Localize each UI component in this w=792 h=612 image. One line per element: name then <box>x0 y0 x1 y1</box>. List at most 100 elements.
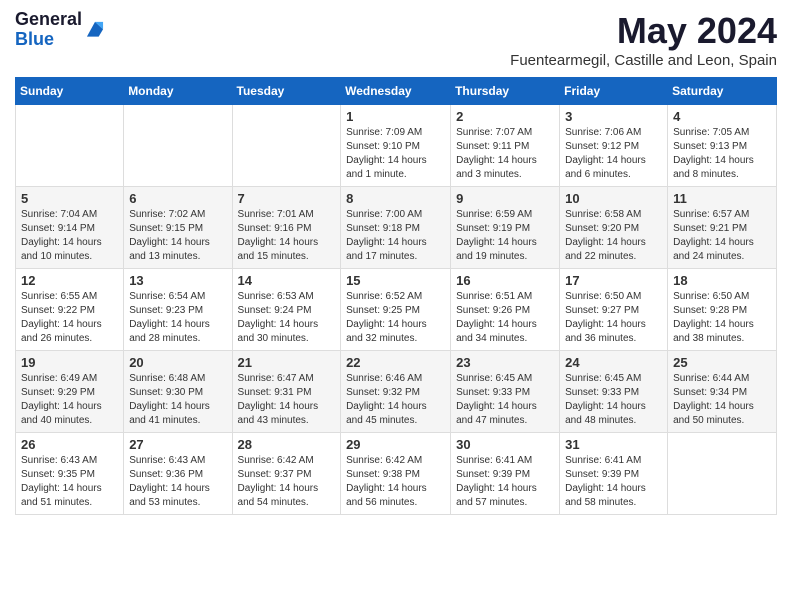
day-number: 20 <box>129 355 226 370</box>
day-cell <box>124 105 232 187</box>
header-cell-tuesday: Tuesday <box>232 78 341 105</box>
month-title: May 2024 <box>510 10 777 52</box>
day-info: Sunrise: 6:53 AM Sunset: 9:24 PM Dayligh… <box>238 290 336 346</box>
logo-icon <box>84 19 106 41</box>
location-text: Fuentearmegil, Castille and Leon, Spain <box>510 52 777 69</box>
day-cell: 8 Sunrise: 7:00 AM Sunset: 9:18 PM Daylig… <box>341 187 451 269</box>
day-cell: 17Sunrise: 6:50 AM Sunset: 9:27 PM Dayli… <box>560 269 668 351</box>
day-cell: 1 Sunrise: 7:09 AM Sunset: 9:10 PM Daylig… <box>341 105 451 187</box>
day-info: Sunrise: 6:59 AM Sunset: 9:19 PM Dayligh… <box>456 208 554 264</box>
day-number: 27 <box>129 437 226 452</box>
day-info: Sunrise: 6:49 AM Sunset: 9:29 PM Dayligh… <box>21 372 118 428</box>
week-row-1: 1 Sunrise: 7:09 AM Sunset: 9:10 PM Daylig… <box>16 105 777 187</box>
day-number: 5 <box>21 191 118 206</box>
logo-blue-text: Blue <box>15 29 54 49</box>
day-info: Sunrise: 6:51 AM Sunset: 9:26 PM Dayligh… <box>456 290 554 346</box>
day-cell <box>16 105 124 187</box>
header-row: SundayMondayTuesdayWednesdayThursdayFrid… <box>16 78 777 105</box>
page-header: General Blue May 2024 Fuentearmegil, Cas… <box>15 10 777 69</box>
day-info: Sunrise: 6:45 AM Sunset: 9:33 PM Dayligh… <box>456 372 554 428</box>
day-info: Sunrise: 7:01 AM Sunset: 9:16 PM Dayligh… <box>238 208 336 264</box>
day-number: 1 <box>346 109 445 124</box>
day-number: 13 <box>129 273 226 288</box>
calendar-table: SundayMondayTuesdayWednesdayThursdayFrid… <box>15 77 777 515</box>
day-number: 18 <box>673 273 771 288</box>
day-cell: 18 Sunrise: 6:50 AM Sunset: 9:28 PM Dayli… <box>668 269 777 351</box>
day-cell: 5 Sunrise: 7:04 AM Sunset: 9:14 PM Daylig… <box>16 187 124 269</box>
day-number: 19 <box>21 355 118 370</box>
day-cell: 10Sunrise: 6:58 AM Sunset: 9:20 PM Dayli… <box>560 187 668 269</box>
day-cell: 20 Sunrise: 6:48 AM Sunset: 9:30 PM Dayli… <box>124 351 232 433</box>
day-number: 12 <box>21 273 118 288</box>
day-info: Sunrise: 6:46 AM Sunset: 9:32 PM Dayligh… <box>346 372 445 428</box>
day-info: Sunrise: 6:58 AM Sunset: 9:20 PM Dayligh… <box>565 208 662 264</box>
week-row-2: 5 Sunrise: 7:04 AM Sunset: 9:14 PM Daylig… <box>16 187 777 269</box>
day-cell: 23Sunrise: 6:45 AM Sunset: 9:33 PM Dayli… <box>451 351 560 433</box>
day-cell <box>668 433 777 515</box>
day-cell: 31 Sunrise: 6:41 AM Sunset: 9:39 PM Dayli… <box>560 433 668 515</box>
day-info: Sunrise: 6:55 AM Sunset: 9:22 PM Dayligh… <box>21 290 118 346</box>
day-info: Sunrise: 6:44 AM Sunset: 9:34 PM Dayligh… <box>673 372 771 428</box>
header-cell-friday: Friday <box>560 78 668 105</box>
day-number: 22 <box>346 355 445 370</box>
page-container: General Blue May 2024 Fuentearmegil, Cas… <box>0 0 792 525</box>
day-info: Sunrise: 6:50 AM Sunset: 9:28 PM Dayligh… <box>673 290 771 346</box>
day-info: Sunrise: 6:57 AM Sunset: 9:21 PM Dayligh… <box>673 208 771 264</box>
week-row-3: 12 Sunrise: 6:55 AM Sunset: 9:22 PM Dayli… <box>16 269 777 351</box>
day-info: Sunrise: 6:42 AM Sunset: 9:38 PM Dayligh… <box>346 454 445 510</box>
day-number: 31 <box>565 437 662 452</box>
day-number: 9 <box>456 191 554 206</box>
day-info: Sunrise: 6:43 AM Sunset: 9:36 PM Dayligh… <box>129 454 226 510</box>
day-number: 6 <box>129 191 226 206</box>
day-cell: 16 Sunrise: 6:51 AM Sunset: 9:26 PM Dayli… <box>451 269 560 351</box>
day-number: 4 <box>673 109 771 124</box>
day-info: Sunrise: 6:52 AM Sunset: 9:25 PM Dayligh… <box>346 290 445 346</box>
day-number: 29 <box>346 437 445 452</box>
calendar-body: 1 Sunrise: 7:09 AM Sunset: 9:10 PM Daylig… <box>16 105 777 515</box>
day-number: 30 <box>456 437 554 452</box>
day-number: 7 <box>238 191 336 206</box>
day-cell: 21 Sunrise: 6:47 AM Sunset: 9:31 PM Dayli… <box>232 351 341 433</box>
day-info: Sunrise: 6:48 AM Sunset: 9:30 PM Dayligh… <box>129 372 226 428</box>
day-number: 25 <box>673 355 771 370</box>
header-cell-saturday: Saturday <box>668 78 777 105</box>
day-info: Sunrise: 6:50 AM Sunset: 9:27 PM Dayligh… <box>565 290 662 346</box>
day-number: 3 <box>565 109 662 124</box>
day-number: 8 <box>346 191 445 206</box>
day-cell: 27 Sunrise: 6:43 AM Sunset: 9:36 PM Dayli… <box>124 433 232 515</box>
header-cell-thursday: Thursday <box>451 78 560 105</box>
day-info: Sunrise: 6:41 AM Sunset: 9:39 PM Dayligh… <box>565 454 662 510</box>
day-cell: 26 Sunrise: 6:43 AM Sunset: 9:35 PM Dayli… <box>16 433 124 515</box>
week-row-5: 26 Sunrise: 6:43 AM Sunset: 9:35 PM Dayli… <box>16 433 777 515</box>
day-number: 26 <box>21 437 118 452</box>
day-cell: 12 Sunrise: 6:55 AM Sunset: 9:22 PM Dayli… <box>16 269 124 351</box>
day-cell <box>232 105 341 187</box>
day-cell: 15Sunrise: 6:52 AM Sunset: 9:25 PM Dayli… <box>341 269 451 351</box>
day-cell: 2Sunrise: 7:07 AM Sunset: 9:11 PM Daylig… <box>451 105 560 187</box>
header-cell-monday: Monday <box>124 78 232 105</box>
day-cell: 24 Sunrise: 6:45 AM Sunset: 9:33 PM Dayli… <box>560 351 668 433</box>
day-info: Sunrise: 7:04 AM Sunset: 9:14 PM Dayligh… <box>21 208 118 264</box>
day-info: Sunrise: 7:00 AM Sunset: 9:18 PM Dayligh… <box>346 208 445 264</box>
day-cell: 6Sunrise: 7:02 AM Sunset: 9:15 PM Daylig… <box>124 187 232 269</box>
day-info: Sunrise: 7:05 AM Sunset: 9:13 PM Dayligh… <box>673 126 771 182</box>
day-cell: 4 Sunrise: 7:05 AM Sunset: 9:13 PM Daylig… <box>668 105 777 187</box>
day-cell: 22 Sunrise: 6:46 AM Sunset: 9:32 PM Dayli… <box>341 351 451 433</box>
day-info: Sunrise: 7:09 AM Sunset: 9:10 PM Dayligh… <box>346 126 445 182</box>
day-number: 24 <box>565 355 662 370</box>
day-number: 21 <box>238 355 336 370</box>
logo: General Blue <box>15 10 106 50</box>
day-cell: 28Sunrise: 6:42 AM Sunset: 9:37 PM Dayli… <box>232 433 341 515</box>
day-cell: 14Sunrise: 6:53 AM Sunset: 9:24 PM Dayli… <box>232 269 341 351</box>
logo-general-text: General <box>15 9 82 29</box>
day-number: 16 <box>456 273 554 288</box>
day-info: Sunrise: 6:43 AM Sunset: 9:35 PM Dayligh… <box>21 454 118 510</box>
day-info: Sunrise: 6:47 AM Sunset: 9:31 PM Dayligh… <box>238 372 336 428</box>
header-cell-wednesday: Wednesday <box>341 78 451 105</box>
day-number: 11 <box>673 191 771 206</box>
day-info: Sunrise: 6:45 AM Sunset: 9:33 PM Dayligh… <box>565 372 662 428</box>
day-cell: 9 Sunrise: 6:59 AM Sunset: 9:19 PM Daylig… <box>451 187 560 269</box>
day-info: Sunrise: 7:06 AM Sunset: 9:12 PM Dayligh… <box>565 126 662 182</box>
day-cell: 25 Sunrise: 6:44 AM Sunset: 9:34 PM Dayli… <box>668 351 777 433</box>
day-info: Sunrise: 6:41 AM Sunset: 9:39 PM Dayligh… <box>456 454 554 510</box>
